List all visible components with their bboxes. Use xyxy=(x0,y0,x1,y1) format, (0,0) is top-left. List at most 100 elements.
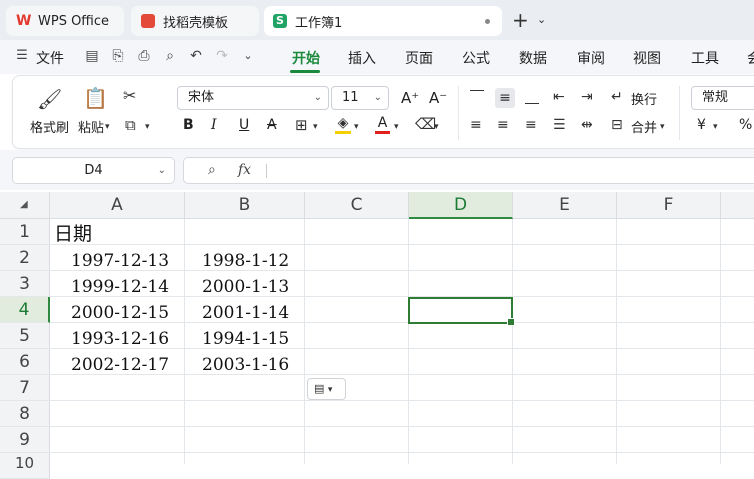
column-header-a[interactable]: A xyxy=(50,192,185,219)
tab-home[interactable]: 开始 xyxy=(292,48,320,68)
cell-a3[interactable]: 1999-12-14 xyxy=(71,274,169,300)
font-name-select[interactable]: 宋体 ⌄ xyxy=(177,86,329,110)
paste-chevron-icon[interactable]: ▾ xyxy=(105,119,110,135)
tab-workbook[interactable]: S 工作簿1 xyxy=(264,6,502,36)
cell-b2[interactable]: 1998-1-12 xyxy=(202,248,289,274)
format-painter-icon[interactable]: 🖌 xyxy=(37,88,62,110)
export-icon[interactable]: ⎘ xyxy=(110,48,126,64)
cell-a6[interactable]: 2002-12-17 xyxy=(71,352,169,378)
row-header-4[interactable]: 4 xyxy=(0,297,50,323)
strikethrough-button[interactable]: A xyxy=(267,117,277,133)
cell-a4[interactable]: 2000-12-15 xyxy=(71,300,169,326)
align-top-icon[interactable]: ⎺ xyxy=(470,89,484,105)
align-bottom-icon[interactable]: ⎽ xyxy=(525,89,539,105)
tab-data[interactable]: 数据 xyxy=(519,48,547,68)
tab-view[interactable]: 视图 xyxy=(633,48,661,68)
paste-icon[interactable]: 📋 xyxy=(83,87,108,109)
number-format-select[interactable]: 常规 xyxy=(691,86,754,110)
column-header-e[interactable]: E xyxy=(513,192,617,219)
row-header-10[interactable]: 10 xyxy=(0,453,50,479)
italic-button[interactable]: I xyxy=(211,117,217,133)
zoom-icon[interactable]: ⌕ xyxy=(208,162,216,178)
undo-icon[interactable]: ↶ xyxy=(188,48,204,64)
tab-review[interactable]: 审阅 xyxy=(577,48,605,68)
tab-formula[interactable]: 公式 xyxy=(462,48,490,68)
font-color-button[interactable]: A xyxy=(375,115,390,134)
border-chevron-icon[interactable]: ▾ xyxy=(313,119,318,135)
font-size-select[interactable]: 11 ⌄ xyxy=(331,86,389,110)
fill-color-icon[interactable]: ◈ xyxy=(335,115,351,134)
file-menu[interactable]: 文件 xyxy=(36,48,64,68)
align-middle-icon[interactable]: ≡ xyxy=(495,88,515,108)
copy-chevron-icon[interactable]: ▾ xyxy=(145,119,150,135)
row-header-3[interactable]: 3 xyxy=(0,271,50,297)
tab-member[interactable]: 会 xyxy=(747,48,754,68)
wrap-text-icon[interactable]: ↵ xyxy=(611,89,623,105)
row-header-9[interactable]: 9 xyxy=(0,427,50,453)
tab-daoke-templates[interactable]: 找稻壳模板 xyxy=(131,6,259,36)
row-header-2[interactable]: 2 xyxy=(0,245,50,271)
currency-button[interactable]: ¥ xyxy=(697,117,706,133)
align-center-icon[interactable]: ≡ xyxy=(497,117,509,133)
percent-button[interactable]: % xyxy=(739,117,752,133)
distributed-icon[interactable]: ⇹ xyxy=(581,117,593,133)
column-header-f[interactable]: F xyxy=(617,192,721,219)
column-header-g[interactable] xyxy=(721,192,754,219)
row-header-6[interactable]: 6 xyxy=(0,349,50,375)
print-preview-icon[interactable]: ⌕ xyxy=(162,48,178,64)
decrease-indent-icon[interactable]: ⇤ xyxy=(553,89,565,105)
clear-chevron-icon[interactable]: ▾ xyxy=(434,119,439,135)
underline-button[interactable]: U xyxy=(239,117,249,133)
currency-chevron-icon[interactable]: ▾ xyxy=(713,119,718,135)
cell-b6[interactable]: 2003-1-16 xyxy=(202,352,289,378)
spreadsheet-grid[interactable]: ◢ A B C D E F 1 2 3 4 5 6 7 8 9 10 日期 19… xyxy=(0,192,754,479)
bold-button[interactable]: B xyxy=(183,117,194,133)
tab-tools[interactable]: 工具 xyxy=(691,48,719,68)
cell-b5[interactable]: 1994-1-15 xyxy=(202,326,289,352)
column-header-b[interactable]: B xyxy=(185,192,305,219)
tab-wps-office[interactable]: W WPS Office xyxy=(6,6,124,36)
new-tab-plus-icon[interactable]: + xyxy=(512,10,529,30)
print-icon[interactable]: ⎙ xyxy=(136,48,152,64)
column-header-c[interactable]: C xyxy=(305,192,409,219)
paste-options-button[interactable]: ▤ ▾ xyxy=(307,378,346,400)
tab-list-chevron-icon[interactable]: ⌄ xyxy=(537,13,546,26)
increase-indent-icon[interactable]: ⇥ xyxy=(581,89,593,105)
tab-insert[interactable]: 插入 xyxy=(348,48,376,68)
decrease-font-button[interactable]: A⁻ xyxy=(429,89,447,107)
cell-a1[interactable]: 日期 xyxy=(54,221,92,247)
row-header-1[interactable]: 1 xyxy=(0,219,50,245)
row-header-8[interactable]: 8 xyxy=(0,401,50,427)
increase-font-button[interactable]: A⁺ xyxy=(401,89,419,107)
merge-chevron-icon[interactable]: ▾ xyxy=(660,119,665,135)
cell-a5[interactable]: 1993-12-16 xyxy=(71,326,169,352)
cell-a2[interactable]: 1997-12-13 xyxy=(71,248,169,274)
justify-icon[interactable]: ☰ xyxy=(553,117,566,133)
align-right-icon[interactable]: ≡ xyxy=(525,117,537,133)
tab-page[interactable]: 页面 xyxy=(405,48,433,68)
align-left-icon[interactable]: ≡ xyxy=(470,117,482,133)
save-icon[interactable]: ▤ xyxy=(84,48,100,64)
cell-b3[interactable]: 2000-1-13 xyxy=(202,274,289,300)
select-all-corner[interactable]: ◢ xyxy=(0,192,50,219)
unsaved-dot-icon[interactable] xyxy=(485,19,490,24)
border-icon[interactable]: ⊞ xyxy=(295,117,308,133)
row-header-5[interactable]: 5 xyxy=(0,323,50,349)
font-color-chevron-icon[interactable]: ▾ xyxy=(394,119,399,135)
wrap-text-button[interactable]: 换行 xyxy=(631,89,657,108)
fx-icon[interactable]: fx xyxy=(238,162,251,178)
copy-icon[interactable]: ⧉ xyxy=(125,117,136,133)
fill-color-chevron-icon[interactable]: ▾ xyxy=(354,119,359,135)
paste-button[interactable]: 粘贴 xyxy=(78,117,104,136)
column-header-d[interactable]: D xyxy=(409,192,513,219)
format-painter-button[interactable]: 格式刷 xyxy=(30,117,69,136)
hamburger-menu-icon[interactable]: ☰ xyxy=(14,48,30,64)
merge-icon[interactable]: ⊟ xyxy=(611,117,623,133)
formula-input[interactable]: ⌕ fx xyxy=(183,157,754,184)
redo-icon[interactable]: ↷ xyxy=(214,48,230,64)
row-header-7[interactable]: 7 xyxy=(0,375,50,401)
merge-button[interactable]: 合并 xyxy=(631,117,657,136)
active-cell-d4[interactable] xyxy=(408,297,515,326)
more-chevron-icon[interactable]: ⌄ xyxy=(240,48,256,64)
name-box[interactable]: D4 ⌄ xyxy=(12,157,175,184)
